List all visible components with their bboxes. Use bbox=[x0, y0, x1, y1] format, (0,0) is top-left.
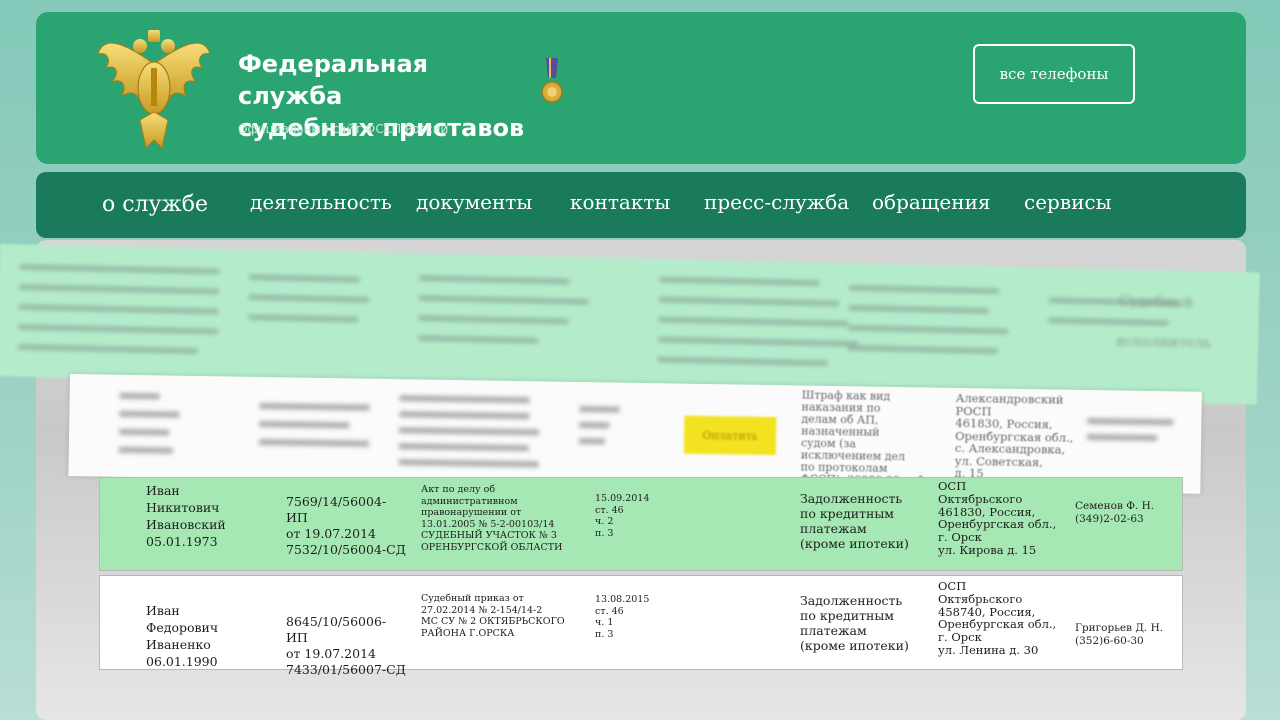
bailiff-department: ОСП Октябрьского 461830, Россия, Оренбур… bbox=[938, 479, 1057, 557]
execution-subject: Задолженность по кредитным платежам (кро… bbox=[800, 491, 909, 551]
main-nav: о службе деятельность документы контакты… bbox=[36, 172, 1246, 238]
nav-item-press[interactable]: пресс-служба bbox=[704, 190, 849, 214]
pay-button[interactable]: Оплатить bbox=[683, 415, 777, 456]
proceeding-number: 7569/14/56004-ИП от 19.07.2014 7532/10/5… bbox=[286, 494, 406, 557]
termination-reason: 13.08.2015 ст. 46 ч. 1 п. 3 bbox=[595, 594, 650, 640]
debtor-name: Иван Никитович Ивановский 05.01.1973 bbox=[146, 483, 226, 549]
nav-item-activity[interactable]: деятельность bbox=[250, 190, 392, 214]
enforcement-document: Судебный приказ от 27.02.2014 № 2-154/14… bbox=[421, 593, 565, 639]
nav-item-about[interactable]: о службе bbox=[102, 192, 208, 217]
bailiff-department: ОСП Октябрьского 458740, Россия, Оренбур… bbox=[938, 579, 1057, 657]
table-row: Иван Федорович Иваненко 06.01.1990 8645/… bbox=[99, 575, 1183, 677]
nav-item-documents[interactable]: документы bbox=[416, 190, 532, 214]
site-title-line1: Федеральная служба bbox=[238, 50, 429, 110]
table-row: Иван Никитович Ивановский 05.01.1973 756… bbox=[99, 477, 1183, 571]
blurred-header-text2: исполнитель bbox=[1115, 333, 1212, 352]
double-headed-eagle-emblem-icon bbox=[97, 30, 211, 150]
bailiff-contact: Семенов Ф. Н. (349)2-02-63 bbox=[1075, 500, 1155, 525]
all-phones-button[interactable]: все телефоны bbox=[973, 44, 1135, 104]
blurred-osp: Александровский РОСП 461830, Россия, Оре… bbox=[954, 390, 1074, 481]
blurred-header-text1: Судебный bbox=[1118, 293, 1194, 312]
blurred-row: Оплатить Штраф как вид наказания по дела… bbox=[68, 374, 1202, 494]
nav-item-appeals[interactable]: обращения bbox=[872, 190, 991, 214]
enforcement-document: Акт по делу об административном правонар… bbox=[421, 484, 563, 553]
termination-reason: 15.09.2014 ст. 46 ч. 2 п. 3 bbox=[595, 493, 650, 539]
nav-item-contacts[interactable]: контакты bbox=[570, 190, 670, 214]
proceeding-number: 8645/10/56006-ИП от 19.07.2014 7433/01/5… bbox=[286, 614, 406, 677]
site-header: Федеральная служба судебных приставов Оф… bbox=[36, 12, 1246, 164]
bailiff-contact: Григорьев Д. Н. (352)6-60-30 bbox=[1075, 622, 1164, 647]
site-subtitle: Официальный сайт ФССП России bbox=[238, 122, 449, 136]
nav-item-services[interactable]: сервисы bbox=[1024, 190, 1112, 214]
debtor-name: Иван Федорович Иваненко 06.01.1990 bbox=[146, 603, 219, 669]
medal-icon bbox=[541, 58, 563, 103]
blurred-subject: Штраф как вид наказания по делам об АП, … bbox=[800, 388, 927, 487]
execution-subject: Задолженность по кредитным платежам (кро… bbox=[800, 593, 909, 653]
